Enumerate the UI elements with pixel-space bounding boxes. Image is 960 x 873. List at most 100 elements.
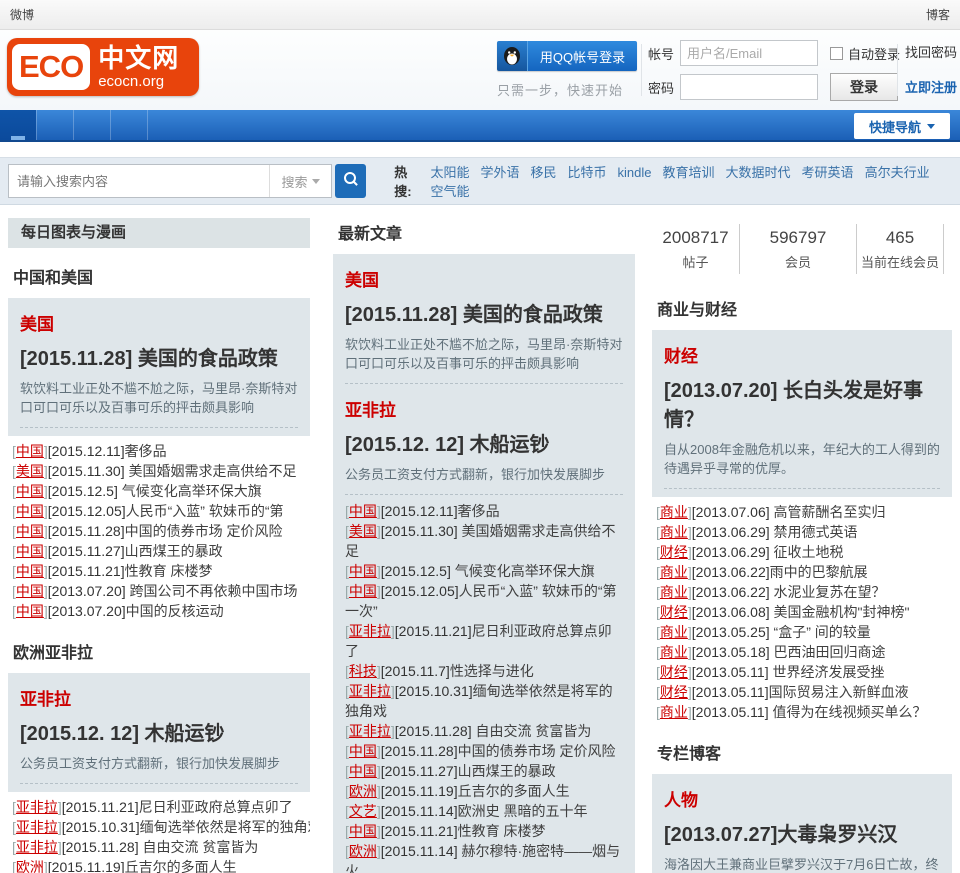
featured-title[interactable]: [2015.12. 12] 木船运钞 [345, 428, 623, 457]
featured-title[interactable]: [2015.11.28] 美国的食品政策 [345, 298, 623, 327]
article-title[interactable]: 丘吉尔的多面人生 [125, 859, 237, 873]
hot-search-link[interactable]: 移民 [531, 165, 557, 180]
category-tag[interactable]: 财经 [660, 544, 688, 560]
article-list-item[interactable]: [中国][2015.11.21]性教育 床楼梦 [12, 561, 310, 581]
article-list-item[interactable]: [商业][2013.06.29] 禁用德式英语 [656, 522, 952, 542]
hot-search-link[interactable]: 比特币 [568, 165, 607, 180]
auto-login-toggle[interactable]: 自动登录 [830, 44, 900, 63]
category-tag[interactable]: 欧洲 [16, 859, 44, 873]
featured-title[interactable]: [2013.07.20] 长白头发是好事情？ [664, 374, 940, 432]
category-tag[interactable]: 欧洲 [349, 783, 377, 799]
article-title[interactable]: 禁用德式英语 [770, 524, 858, 540]
hot-search-link[interactable]: 大数据时代 [726, 165, 791, 180]
article-title[interactable]: 美国金融机构"封神榜" [770, 604, 910, 620]
article-title[interactable]: 缅甸选举依然是将军的独角戏 [140, 819, 310, 835]
article-list-item[interactable]: [商业][2013.06.22] 水泥业复苏在望？ [656, 582, 952, 602]
quick-nav-button[interactable]: 快捷导航 [854, 113, 950, 139]
category-tag[interactable]: 文艺 [349, 803, 377, 819]
category-tag[interactable]: 亚非拉 [16, 839, 58, 855]
article-list-item[interactable]: [中国][2015.12.5] 气候变化高举环保大旗 [12, 481, 310, 501]
article-title[interactable]: 自由交流 贫富皆为 [139, 839, 258, 855]
category-tag[interactable]: 中国 [349, 743, 377, 759]
article-list-item[interactable]: [中国][2013.07.20] 跨国公司不再依赖中国市场 [12, 581, 310, 601]
article-list-item[interactable]: [中国][2013.07.20]中国的反核运动 [12, 601, 310, 621]
featured-category[interactable]: 亚非拉 [20, 685, 298, 710]
article-list-item[interactable]: [商业][2013.05.11] 值得为在线视频买单么？ [656, 702, 952, 722]
category-tag[interactable]: 商业 [660, 564, 688, 580]
article-list-item[interactable]: [商业][2013.07.06] 高管薪酬名至实归 [656, 502, 952, 522]
article-list-item[interactable]: [中国][2015.12.5] 气候变化高举环保大旗 [345, 561, 623, 581]
article-title[interactable]: 性选择与进化 [450, 663, 534, 679]
search-button[interactable] [335, 164, 367, 198]
article-list-item[interactable]: [中国][2015.12.11]奢侈品 [345, 501, 623, 521]
category-tag[interactable]: 商业 [660, 584, 688, 600]
category-tag[interactable]: 中国 [16, 443, 44, 459]
article-list-item[interactable]: [商业][2013.06.22]雨中的巴黎航展 [656, 562, 952, 582]
auto-login-checkbox[interactable] [830, 46, 843, 60]
article-list-item[interactable]: [财经][2013.05.11]国际贸易注入新鲜血液 [656, 682, 952, 702]
article-list-item[interactable]: [亚非拉][2015.11.21]尼日利亚政府总算点卯了 [12, 797, 310, 817]
find-password-link[interactable]: 找回密码 [905, 42, 957, 61]
weibo-link[interactable]: 微博 [10, 6, 34, 23]
category-tag[interactable]: 中国 [16, 503, 44, 519]
search-input[interactable] [9, 165, 270, 197]
hot-search-link[interactable]: 教育培训 [663, 165, 715, 180]
category-tag[interactable]: 财经 [660, 684, 688, 700]
article-list-item[interactable]: [财经][2013.06.29] 征收土地税 [656, 542, 952, 562]
article-title[interactable]: 奢侈品 [458, 503, 500, 519]
article-title[interactable]: 丘吉尔的多面人生 [458, 783, 570, 799]
featured-category[interactable]: 美国 [20, 310, 298, 335]
category-tag[interactable]: 中国 [349, 563, 377, 579]
featured-title[interactable]: [2013.07.27]大毒枭罗兴汉 [664, 818, 940, 847]
category-tag[interactable]: 美国 [16, 463, 44, 479]
article-list-item[interactable]: [亚非拉][2015.11.28] 自由交流 贫富皆为 [12, 837, 310, 857]
panel-header-daily-charts[interactable]: 每日图表与漫画 [8, 218, 310, 248]
login-button[interactable]: 登录 [830, 73, 898, 101]
article-title[interactable]: 美国婚姻需求走高供给不足 [125, 463, 296, 479]
article-list-item[interactable]: [欧洲][2015.11.14] 赫尔穆特·施密特——烟与火 [345, 841, 623, 873]
category-tag[interactable]: 亚非拉 [16, 819, 58, 835]
article-list-item[interactable]: [财经][2013.05.11] 世界经济发展受挫 [656, 662, 952, 682]
article-title[interactable]: “盒子” 间的较量 [770, 624, 871, 640]
article-title[interactable]: 尼日利亚政府总算点卯了 [139, 799, 293, 815]
article-list-item[interactable]: [亚非拉][2015.10.31]缅甸选举依然是将军的独角戏 [345, 681, 623, 721]
article-title[interactable]: 中国的债券市场 定价风险 [458, 743, 616, 759]
article-title[interactable]: 高管薪酬名至实归 [770, 504, 886, 520]
article-list-item[interactable]: [亚非拉][2015.11.21]尼日利亚政府总算点卯了 [345, 621, 623, 661]
article-list-item[interactable]: [美国][2015.11.30] 美国婚姻需求走高供给不足 [345, 521, 623, 561]
category-tag[interactable]: 亚非拉 [16, 799, 58, 815]
category-tag[interactable]: 中国 [16, 603, 44, 619]
article-title[interactable]: 山西煤王的暴政 [458, 763, 556, 779]
article-list-item[interactable]: [商业][2013.05.18] 巴西油田回归商途 [656, 642, 952, 662]
category-tag[interactable]: 中国 [349, 823, 377, 839]
nav-item[interactable] [110, 110, 147, 140]
article-list-item[interactable]: [中国][2015.11.28]中国的债券市场 定价风险 [345, 741, 623, 761]
category-tag[interactable]: 商业 [660, 644, 688, 660]
nav-item[interactable] [0, 110, 36, 140]
featured-title[interactable]: [2015.11.28] 美国的食品政策 [20, 342, 298, 371]
category-tag[interactable]: 亚非拉 [349, 723, 391, 739]
article-title[interactable]: 奢侈品 [125, 443, 167, 459]
article-title[interactable]: 性教育 床楼梦 [125, 563, 213, 579]
article-list-item[interactable]: [商业][2013.05.25] “盒子” 间的较量 [656, 622, 952, 642]
category-tag[interactable]: 科技 [349, 663, 377, 679]
featured-category[interactable]: 亚非拉 [345, 396, 623, 421]
category-tag[interactable]: 中国 [16, 523, 44, 539]
hot-search-link[interactable]: kindle [618, 165, 652, 180]
article-title[interactable]: 山西煤王的暴政 [125, 543, 223, 559]
article-title[interactable]: 人民币“入蓝” 软妹币的“第 [126, 503, 284, 519]
article-list-item[interactable]: [财经][2013.06.08] 美国金融机构"封神榜" [656, 602, 952, 622]
category-tag[interactable]: 中国 [16, 563, 44, 579]
category-tag[interactable]: 中国 [16, 483, 44, 499]
search-type-dropdown[interactable]: 搜索 [269, 165, 331, 197]
site-logo[interactable]: ECO 中文网 ecocn.org [7, 38, 199, 96]
featured-title[interactable]: [2015.12. 12] 木船运钞 [20, 717, 298, 746]
category-tag[interactable]: 中国 [16, 543, 44, 559]
article-list-item[interactable]: [中国][2015.11.21]性教育 床楼梦 [345, 821, 623, 841]
article-title[interactable]: 气候变化高举环保大旗 [451, 563, 595, 579]
article-list-item[interactable]: [中国][2015.11.28]中国的债券市场 定价风险 [12, 521, 310, 541]
article-list-item[interactable]: [欧洲][2015.11.19]丘吉尔的多面人生 [12, 857, 310, 873]
article-title[interactable]: 欧洲史 黑暗的五十年 [458, 803, 588, 819]
featured-category[interactable]: 财经 [664, 342, 940, 367]
article-list-item[interactable]: [美国][2015.11.30] 美国婚姻需求走高供给不足 [12, 461, 310, 481]
